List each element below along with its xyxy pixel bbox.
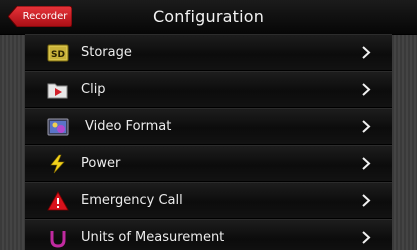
chevron-right-icon	[362, 231, 371, 244]
folder-video-icon	[47, 83, 68, 99]
chevron-right-icon	[362, 46, 371, 59]
chevron-right-icon	[362, 83, 371, 96]
lightning-bolt-icon	[50, 154, 65, 174]
menu-item-video-format[interactable]: Video Format	[25, 108, 392, 145]
menu-item-storage[interactable]: SD Storage	[25, 34, 392, 71]
svg-text:SD: SD	[51, 50, 65, 60]
menu-item-label: Emergency Call	[81, 193, 183, 208]
menu-item-label: Power	[81, 156, 121, 171]
title-bar: Recorder Configuration	[0, 0, 417, 35]
menu-item-label: Units of Measurement	[81, 230, 225, 245]
menu-item-clip[interactable]: Clip	[25, 71, 392, 108]
menu-item-emergency-call[interactable]: Emergency Call	[25, 182, 392, 219]
video-format-icon	[47, 118, 69, 136]
menu-item-power[interactable]: Power	[25, 145, 392, 182]
chevron-right-icon	[362, 120, 371, 133]
menu-item-label: Clip	[81, 82, 106, 97]
menu-item-units-of-measurement[interactable]: Units of Measurement	[25, 219, 392, 250]
chevron-right-icon	[362, 157, 371, 170]
warning-icon	[47, 191, 69, 211]
sd-card-icon: SD	[47, 44, 69, 62]
menu-item-label: Video Format	[85, 119, 172, 134]
units-u-icon	[50, 231, 66, 248]
settings-list: SD Storage Clip Video Format Power Emerg…	[25, 34, 392, 250]
page-title: Configuration	[152, 7, 265, 26]
chevron-right-icon	[362, 194, 371, 207]
menu-item-label: Storage	[81, 45, 132, 60]
